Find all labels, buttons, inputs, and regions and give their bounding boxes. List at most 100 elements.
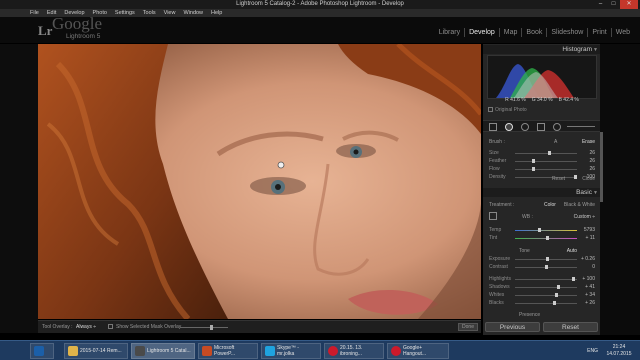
tone-auto-button[interactable]: Auto xyxy=(567,248,577,254)
slider-knob xyxy=(545,257,549,261)
red-eye-icon[interactable] xyxy=(521,123,529,131)
brush-erase-tab[interactable]: Erase xyxy=(582,139,595,145)
treatment-color[interactable]: Color xyxy=(544,202,556,208)
clock[interactable]: 21:24 14.07.2015 xyxy=(602,344,636,358)
slider-knob xyxy=(532,159,536,163)
highlights-slider[interactable]: Highlights + 100 xyxy=(489,276,595,282)
blacks-slider[interactable]: Blacks + 26 xyxy=(489,300,595,306)
taskbar-opera-1[interactable]: 20.15. 13. ibroning... xyxy=(324,343,384,359)
show-mask-checkbox[interactable] xyxy=(108,324,113,329)
brush-feather-slider[interactable]: Feather 26 xyxy=(489,158,595,164)
graduated-filter-icon[interactable] xyxy=(537,123,545,131)
spot-removal-icon[interactable] xyxy=(505,123,513,131)
whites-slider[interactable]: Whites + 34 xyxy=(489,292,595,298)
module-slideshow[interactable]: Slideshow xyxy=(546,28,587,37)
radial-filter-icon[interactable] xyxy=(553,123,561,131)
slider-knob xyxy=(555,293,559,297)
close-button[interactable]: ✕ xyxy=(620,0,638,9)
brush-flow-slider[interactable]: Flow 26 xyxy=(489,166,595,172)
menu-help[interactable]: Help xyxy=(211,9,222,17)
google-watermark: Google xyxy=(52,14,103,33)
window-title: Lightroom 5 Catalog-2 - Adobe Photoshop … xyxy=(236,1,404,7)
right-panel-scroll-area xyxy=(600,44,640,335)
overlay-slider-track[interactable] xyxy=(180,327,228,328)
taskbar-powerpoint[interactable]: Microsoft PowerP... xyxy=(198,343,258,359)
brush-a-tab[interactable]: A xyxy=(554,139,557,145)
menu-tools[interactable]: Tools xyxy=(143,9,156,17)
left-panel-collapsed xyxy=(0,44,38,333)
taskbar-photoshop[interactable] xyxy=(30,343,54,359)
taskbar-opera-2[interactable]: Google+ Hangout... xyxy=(387,343,449,359)
image-toolbar: Tool Overlay : Always ÷ Show Selected Ma… xyxy=(38,320,481,333)
language-indicator[interactable]: ENG xyxy=(587,348,598,354)
module-book[interactable]: Book xyxy=(521,28,546,37)
module-header: Google Lr Lightroom 5 Library Develop Ma… xyxy=(0,14,640,43)
exposure-slider[interactable]: Exposure + 0.26 xyxy=(489,256,595,262)
opera-icon xyxy=(328,346,338,356)
window-titlebar: Lightroom 5 Catalog-2 - Adobe Photoshop … xyxy=(0,0,640,9)
lightroom-logo: Lr xyxy=(38,23,53,38)
reset-button[interactable]: Reset xyxy=(543,322,598,332)
minimize-button[interactable]: – xyxy=(594,0,607,9)
tool-overlay-label: Tool Overlay : xyxy=(42,324,73,330)
tool-overlay-select[interactable]: Always ÷ xyxy=(76,324,96,330)
eyedropper-icon[interactable] xyxy=(489,212,497,220)
collapse-triangle-icon[interactable]: ▼ xyxy=(593,47,598,53)
windows-taskbar: 2015-07-14 Rem... Lightroom 5 Catal... M… xyxy=(0,340,640,360)
module-map[interactable]: Map xyxy=(498,28,522,37)
original-photo-toggle[interactable]: Original Photo xyxy=(488,107,527,113)
slider-knob xyxy=(574,175,578,179)
tint-slider[interactable]: Tint + 11 xyxy=(489,235,595,241)
powerpoint-icon xyxy=(202,346,212,356)
original-photo-checkbox[interactable] xyxy=(488,107,493,113)
portrait-photo xyxy=(38,44,481,319)
histogram-title: Histogram xyxy=(562,46,592,53)
maximize-button[interactable]: □ xyxy=(607,0,620,9)
right-panel: Histogram ▼ R 41.6 % G 34.0 % B 42.4 % O… xyxy=(483,44,600,335)
contrast-slider[interactable]: Contrast 0 xyxy=(489,264,595,270)
skype-icon xyxy=(265,346,275,356)
slider-knob xyxy=(544,265,548,269)
opera-icon xyxy=(391,346,401,356)
module-print[interactable]: Print xyxy=(587,28,610,37)
previous-button[interactable]: Previous xyxy=(485,322,540,332)
crop-tool-icon[interactable] xyxy=(489,123,497,131)
module-library[interactable]: Library xyxy=(435,28,464,37)
wb-select[interactable]: Custom ÷ xyxy=(574,214,595,220)
slider-knob xyxy=(556,285,560,289)
histogram-readout: R 41.6 % G 34.0 % B 42.4 % xyxy=(505,97,579,103)
module-develop[interactable]: Develop xyxy=(464,28,499,37)
brush-size-slider[interactable]: Size 26 xyxy=(489,150,595,156)
tool-strip xyxy=(483,120,600,132)
menu-file[interactable]: File xyxy=(30,9,39,17)
menu-window[interactable]: Window xyxy=(183,9,203,17)
temp-slider[interactable]: Temp 5793 xyxy=(489,227,595,233)
menu-view[interactable]: View xyxy=(164,9,176,17)
show-mask-label: Show Selected Mask Overlay xyxy=(116,324,182,330)
brush-close-button[interactable]: Close xyxy=(582,176,595,182)
brush-reset-button[interactable]: Reset xyxy=(552,176,565,182)
photo-canvas[interactable] xyxy=(38,44,481,319)
shadows-slider[interactable]: Shadows + 41 xyxy=(489,284,595,290)
module-web[interactable]: Web xyxy=(610,28,634,37)
histogram-header[interactable]: Histogram ▼ xyxy=(483,45,600,54)
done-button[interactable]: Done xyxy=(458,323,478,331)
taskbar-folder[interactable]: 2015-07-14 Rem... xyxy=(64,343,128,359)
collapse-triangle-icon[interactable]: ▼ xyxy=(593,190,598,196)
slider-knob xyxy=(538,228,542,232)
menu-settings[interactable]: Settings xyxy=(115,9,135,17)
taskbar-lightroom[interactable]: Lightroom 5 Catal... xyxy=(131,343,195,359)
lightroom-icon xyxy=(135,346,145,356)
brush-density-slider[interactable]: Density 100 xyxy=(489,174,595,180)
overlay-slider-knob[interactable] xyxy=(210,325,213,330)
app-name: Lightroom 5 xyxy=(66,33,101,40)
slider-knob xyxy=(572,277,576,281)
taskbar-skype[interactable]: Skype™ - mr.jolka xyxy=(261,343,321,359)
panel-scrollbar[interactable] xyxy=(600,132,603,202)
adjustment-brush-icon[interactable] xyxy=(567,126,595,127)
basic-title: Basic xyxy=(576,189,592,196)
basic-header[interactable]: Basic ▼ xyxy=(483,188,600,197)
slider-knob xyxy=(552,301,556,305)
folder-icon xyxy=(68,346,78,356)
treatment-bw[interactable]: Black & White xyxy=(564,202,595,208)
